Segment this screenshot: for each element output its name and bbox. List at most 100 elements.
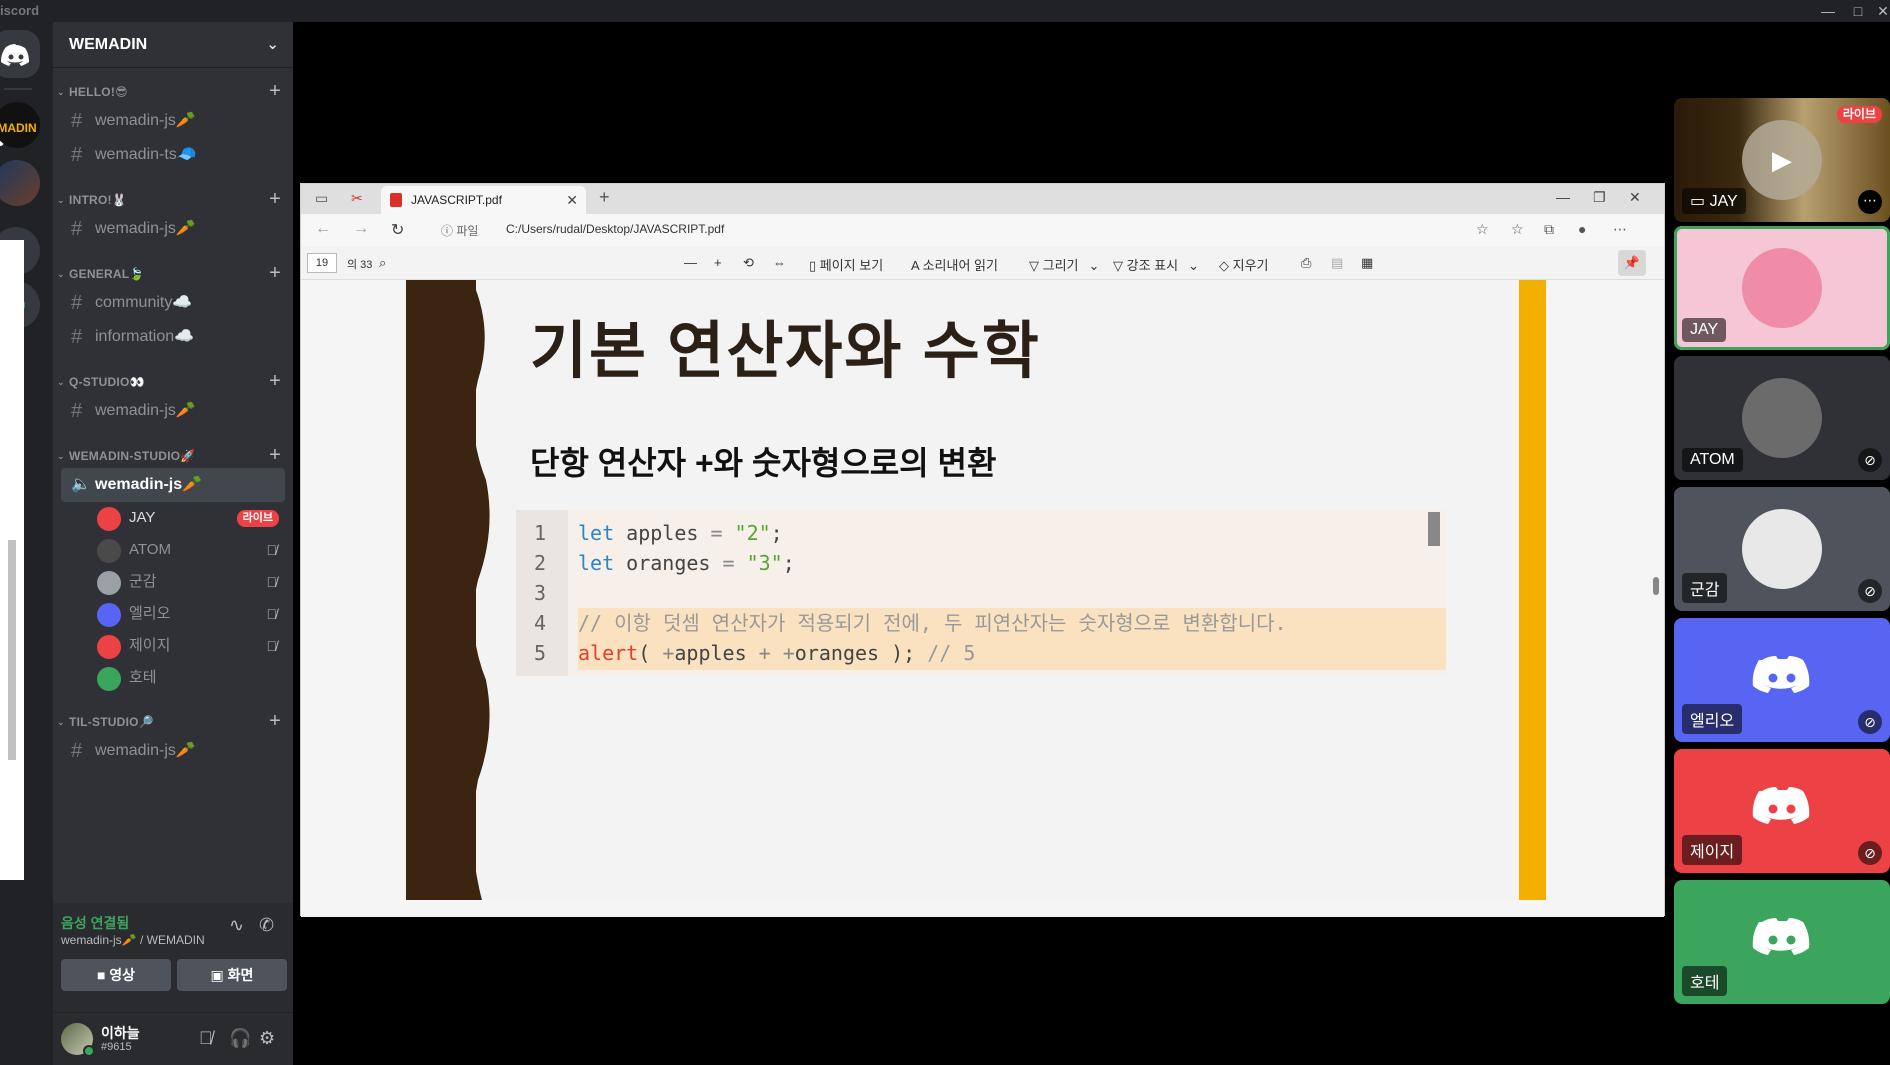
category-intro[interactable]: ⌄ INTRO!🐰 +	[53, 188, 293, 212]
mic-muted-icon[interactable]: 🎙̸	[199, 1028, 213, 1049]
screen-share-stream[interactable]: ▭ ✂ JAVASCRIPT.pdf ✕ + — ❐ ✕ ← → ↻ ⓘ 파일 …	[300, 183, 1665, 917]
chevron-down-icon: ⌄	[57, 269, 65, 279]
participant-tile[interactable]: ▶ 라이브 ⋯ ▭ JAY	[1674, 98, 1890, 222]
slide-title: 기본 연산자와 수학	[530, 317, 1041, 386]
category-q-studio[interactable]: ⌄ Q-STUDIO👀 +	[53, 370, 293, 394]
create-channel-button[interactable]: +	[269, 79, 281, 103]
collections-icon[interactable]: ⧉	[1544, 221, 1554, 238]
participant-tile[interactable]: ATOM ⊘	[1674, 356, 1890, 480]
create-channel-button[interactable]: +	[269, 187, 281, 211]
voice-user-atom[interactable]: ATOM 🎙̸	[93, 534, 285, 566]
voice-user-hote[interactable]: 호테	[93, 662, 285, 694]
headphones-icon[interactable]: 🎧	[229, 1028, 251, 1049]
more-options-icon[interactable]: ⋯	[1858, 190, 1882, 214]
minimize-button[interactable]: —	[1815, 0, 1841, 22]
favorites-icon[interactable]: ☆	[1511, 221, 1524, 238]
browser-minimize-button[interactable]: —	[1556, 189, 1570, 205]
highlight-button[interactable]: ▽ 강조 표시 ⌄	[1113, 255, 1199, 274]
gear-icon[interactable]: ⚙	[259, 1028, 275, 1049]
voice-channel-wemadin-js[interactable]: 🔈 wemadin-js🥕	[61, 468, 285, 502]
participant-tile[interactable]: JAY	[1674, 226, 1890, 350]
participant-tile[interactable]: 제이지 ⊘	[1674, 749, 1890, 873]
create-channel-button[interactable]: +	[269, 369, 281, 393]
create-channel-button[interactable]: +	[269, 261, 281, 285]
voice-user-jay[interactable]: JAY 라이브	[93, 502, 285, 534]
create-channel-button[interactable]: +	[269, 443, 281, 467]
more-options-icon[interactable]: ⋯	[1613, 221, 1627, 238]
page-number-input[interactable]: 19	[307, 253, 337, 273]
slide-left-band	[406, 280, 476, 900]
pinned-tab-icon[interactable]: ✂	[351, 190, 363, 207]
category-til-studio[interactable]: ⌄ TIL-STUDIO🔎 +	[53, 710, 293, 734]
save-icon[interactable]: ▤	[1331, 255, 1343, 271]
category-general[interactable]: ⌄ GENERAL🍃 +	[53, 262, 293, 286]
browser-close-button[interactable]: ✕	[1629, 189, 1641, 206]
pdf-toolbar: 19 의 33 ⌕ — + ⟲ ⇔ ▯ 페이지 보기 A 소리내어 읽기 ▽ 그…	[301, 246, 1664, 280]
print-icon[interactable]: ⎙	[1301, 255, 1311, 271]
video-button[interactable]: ■ 영상	[61, 959, 171, 991]
add-favorite-icon[interactable]: ☆	[1476, 221, 1489, 238]
channel-information[interactable]: # information☁️	[61, 320, 285, 354]
draw-button[interactable]: ▽ 그리기 ⌄	[1029, 255, 1099, 274]
create-channel-button[interactable]: +	[269, 709, 281, 733]
pin-toolbar-icon[interactable]: 📌	[1618, 250, 1646, 276]
code-scrollbar[interactable]	[1428, 512, 1440, 546]
back-arrow-icon[interactable]: ←	[315, 220, 331, 238]
avatar	[97, 635, 121, 659]
tab-actions-icon[interactable]: ▭	[315, 190, 328, 207]
avatar	[97, 603, 121, 627]
server-header[interactable]: WEMADIN ⌄	[53, 22, 293, 68]
maximize-button[interactable]: □	[1845, 0, 1871, 22]
page-view-button[interactable]: ▯ 페이지 보기	[809, 255, 883, 274]
channel-wemadin-js[interactable]: # wemadin-js🥕	[61, 394, 285, 428]
erase-button[interactable]: ◇ 지우기	[1219, 255, 1269, 274]
close-button[interactable]: ✕	[1870, 0, 1890, 22]
save-as-icon[interactable]: ▦	[1361, 255, 1373, 271]
participant-tile[interactable]: 호테⊘	[1674, 880, 1890, 1004]
channel-label: wemadin-js🥕	[95, 112, 196, 129]
channel-wemadin-js[interactable]: # wemadin-js🥕	[61, 104, 285, 138]
channel-wemadin-js[interactable]: # wemadin-js🥕	[61, 212, 285, 246]
live-badge: 라이브	[1836, 106, 1882, 123]
close-tab-button[interactable]: ✕	[566, 186, 578, 214]
new-tab-button[interactable]: +	[599, 187, 610, 208]
mic-muted-icon: 🎙̸	[266, 574, 278, 590]
fit-page-icon[interactable]: ⇔	[773, 255, 786, 270]
line-number: 1	[534, 521, 547, 545]
participant-tile[interactable]: 엘리오 ⊘	[1674, 618, 1890, 742]
voice-user-jeiji[interactable]: 제이지 🎙̸	[93, 630, 285, 662]
browser-restore-button[interactable]: ❐	[1593, 189, 1606, 206]
discord-home-button[interactable]	[0, 30, 40, 78]
server-icon-code[interactable]	[0, 160, 40, 206]
profile-icon[interactable]: ●	[1578, 221, 1586, 237]
read-aloud-button[interactable]: A 소리내어 읽기	[911, 255, 998, 274]
background-window-scrollbar[interactable]	[8, 540, 16, 760]
screen-share-button[interactable]: ▣ 화면	[177, 959, 287, 991]
forward-arrow-icon[interactable]: →	[353, 220, 369, 238]
url-text[interactable]: C:/Users/rudal/Desktop/JAVASCRIPT.pdf	[506, 222, 724, 236]
browser-tab[interactable]: JAVASCRIPT.pdf ✕	[381, 186, 586, 214]
discord-logo-icon	[1, 44, 29, 66]
channel-wemadin-js[interactable]: # wemadin-js🥕	[61, 734, 285, 768]
noise-suppression-icon[interactable]: ∿	[229, 915, 244, 936]
live-badge: 라이브	[236, 510, 279, 527]
participant-tile[interactable]: 군감 ⊘	[1674, 487, 1890, 611]
address-bar: ← → ↻ ⓘ 파일 C:/Users/rudal/Desktop/JAVASC…	[301, 214, 1664, 246]
refresh-icon[interactable]: ↻	[391, 220, 404, 240]
channel-wemadin-ts[interactable]: # wemadin-ts🧢	[61, 138, 285, 172]
search-icon[interactable]: ⌕	[379, 255, 386, 271]
rotate-icon[interactable]: ⟲	[743, 255, 754, 271]
pdf-scrollbar[interactable]	[1650, 280, 1662, 917]
zoom-in-button[interactable]: +	[714, 255, 722, 270]
server-icon-wemadin[interactable]: MADIN	[0, 102, 40, 148]
category-wemadin-studio[interactable]: ⌄ WEMADIN-STUDIO🚀 +	[53, 444, 293, 468]
channel-label: community☁️	[95, 294, 193, 311]
channel-community[interactable]: # community☁️	[61, 286, 285, 320]
voice-user-elio[interactable]: 엘리오 🎙̸	[93, 598, 285, 630]
disconnect-call-icon[interactable]: ✆	[259, 915, 274, 936]
pdf-scrollbar-thumb[interactable]	[1653, 577, 1659, 595]
voice-user-gungam[interactable]: 군감 🎙̸	[93, 566, 285, 598]
channel-sidebar: WEMADIN ⌄ ⌄ HELLO!😎 + # wemadin-js🥕 # wema…	[53, 22, 293, 1065]
category-hello[interactable]: ⌄ HELLO!😎 +	[53, 80, 293, 104]
zoom-out-button[interactable]: —	[684, 255, 697, 270]
